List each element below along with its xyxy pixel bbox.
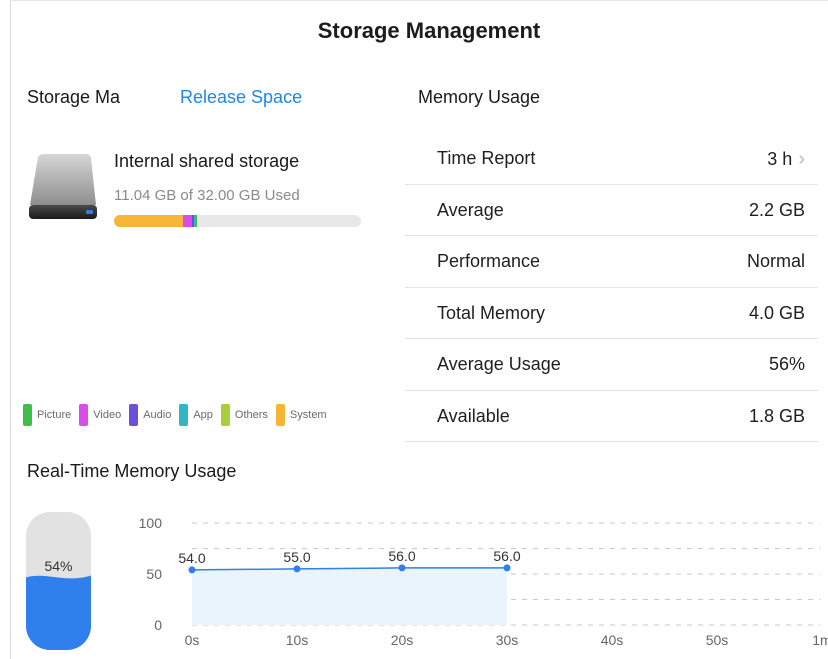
legend-swatch <box>79 404 89 426</box>
legend-label: Video <box>93 409 122 421</box>
legend-item-app: App <box>179 404 213 426</box>
memory-usage-table: Time Report 3 h › Average 2.2 GB Performance N… <box>405 133 818 442</box>
memory-row-label: Total Memory <box>437 302 546 323</box>
x-tick-label: 0s <box>185 632 200 648</box>
memory-gauge-label: 54% <box>44 558 73 574</box>
memory-row-value: 1.8 GB <box>748 405 805 426</box>
data-label: 55.0 <box>283 549 310 565</box>
release-space-link[interactable]: Release Space <box>180 87 302 108</box>
usage-segment-system <box>114 215 184 227</box>
data-point <box>398 564 406 572</box>
memory-row-total-memory[interactable]: Total Memory 4.0 GB <box>405 288 818 339</box>
legend-label: Others <box>234 409 268 421</box>
hard-drive-icon <box>28 153 98 223</box>
frame-left-border <box>10 0 11 659</box>
memory-row-label: Time Report <box>437 148 536 168</box>
y-tick-label: 100 <box>139 515 163 531</box>
legend-label: App <box>193 409 213 421</box>
memory-row-value: 56% <box>768 354 805 374</box>
memory-row-average-usage[interactable]: Average Usage 56% <box>405 339 818 391</box>
x-tick-label: 1m <box>812 632 828 648</box>
usage-segment-picture <box>194 215 197 227</box>
y-tick-label: 50 <box>146 566 162 582</box>
legend-item-audio: Audio <box>129 404 171 426</box>
frame-top-border <box>10 0 828 1</box>
memory-row-label: Available <box>437 405 510 426</box>
legend-swatch <box>23 404 32 426</box>
storage-usage-bar <box>114 215 361 227</box>
data-point <box>293 565 301 573</box>
y-tick-label: 0 <box>154 617 162 633</box>
legend-item-picture: Picture <box>23 404 71 426</box>
memory-row-value: 3 h › <box>767 148 805 170</box>
legend-swatch <box>275 404 285 426</box>
memory-row-value: Normal <box>746 251 805 271</box>
data-point <box>503 564 511 572</box>
chevron-right-icon: › <box>798 148 805 170</box>
realtime-section-title: Real-Time Memory Usage <box>27 461 237 481</box>
memory-row-average[interactable]: Average 2.2 GB <box>405 185 818 236</box>
memory-row-label: Performance <box>437 251 541 271</box>
x-tick-label: 10s <box>286 632 309 648</box>
memory-row-value: 2.2 GB <box>748 199 805 220</box>
x-tick-label: 40s <box>601 632 624 648</box>
page-title: Storage Management <box>317 18 541 43</box>
data-label: 54.0 <box>178 550 205 566</box>
legend-swatch <box>220 404 230 426</box>
memory-row-time-report[interactable]: Time Report 3 h › <box>405 133 818 185</box>
legend-swatch <box>129 404 139 426</box>
memory-row-value: 4.0 GB <box>748 302 805 323</box>
storage-section-title: Storage Ma <box>27 87 121 107</box>
legend-item-video: Video <box>79 404 121 426</box>
memory-row-available[interactable]: Available 1.8 GB <box>405 391 818 442</box>
legend-label: Audio <box>143 409 172 421</box>
data-label: 56.0 <box>388 548 415 564</box>
legend-label: Picture <box>37 409 72 421</box>
legend-item-system: System <box>275 404 327 426</box>
legend-item-others: Others <box>220 404 268 426</box>
memory-row-label: Average <box>437 199 504 220</box>
data-label: 56.0 <box>493 548 520 564</box>
data-point <box>188 566 196 574</box>
memory-gauge-fill <box>26 575 91 650</box>
x-tick-label: 20s <box>391 632 414 648</box>
usage-segment-video <box>183 215 193 227</box>
legend-swatch <box>179 404 189 426</box>
memory-row-performance[interactable]: Performance Normal <box>405 236 818 288</box>
x-tick-label: 50s <box>706 632 729 648</box>
legend-label: System <box>289 409 327 421</box>
storage-usage-text: 11.04 GB of 32.00 GB Used <box>114 187 300 204</box>
memory-row-label: Average Usage <box>437 354 561 374</box>
memory-gauge: 54% <box>26 512 91 650</box>
series-area <box>192 567 507 625</box>
storage-device-name: Internal shared storage <box>114 151 300 171</box>
realtime-memory-chart: 100 50 0 0s 10s 20s 30s 40s 50s 1m 54.0 55.0 56.0 56.… <box>139 515 828 648</box>
storage-legend: Picture Video Audio App Others System <box>23 404 335 426</box>
memory-section-title: Memory Usage <box>418 87 541 107</box>
x-tick-label: 30s <box>496 632 519 648</box>
